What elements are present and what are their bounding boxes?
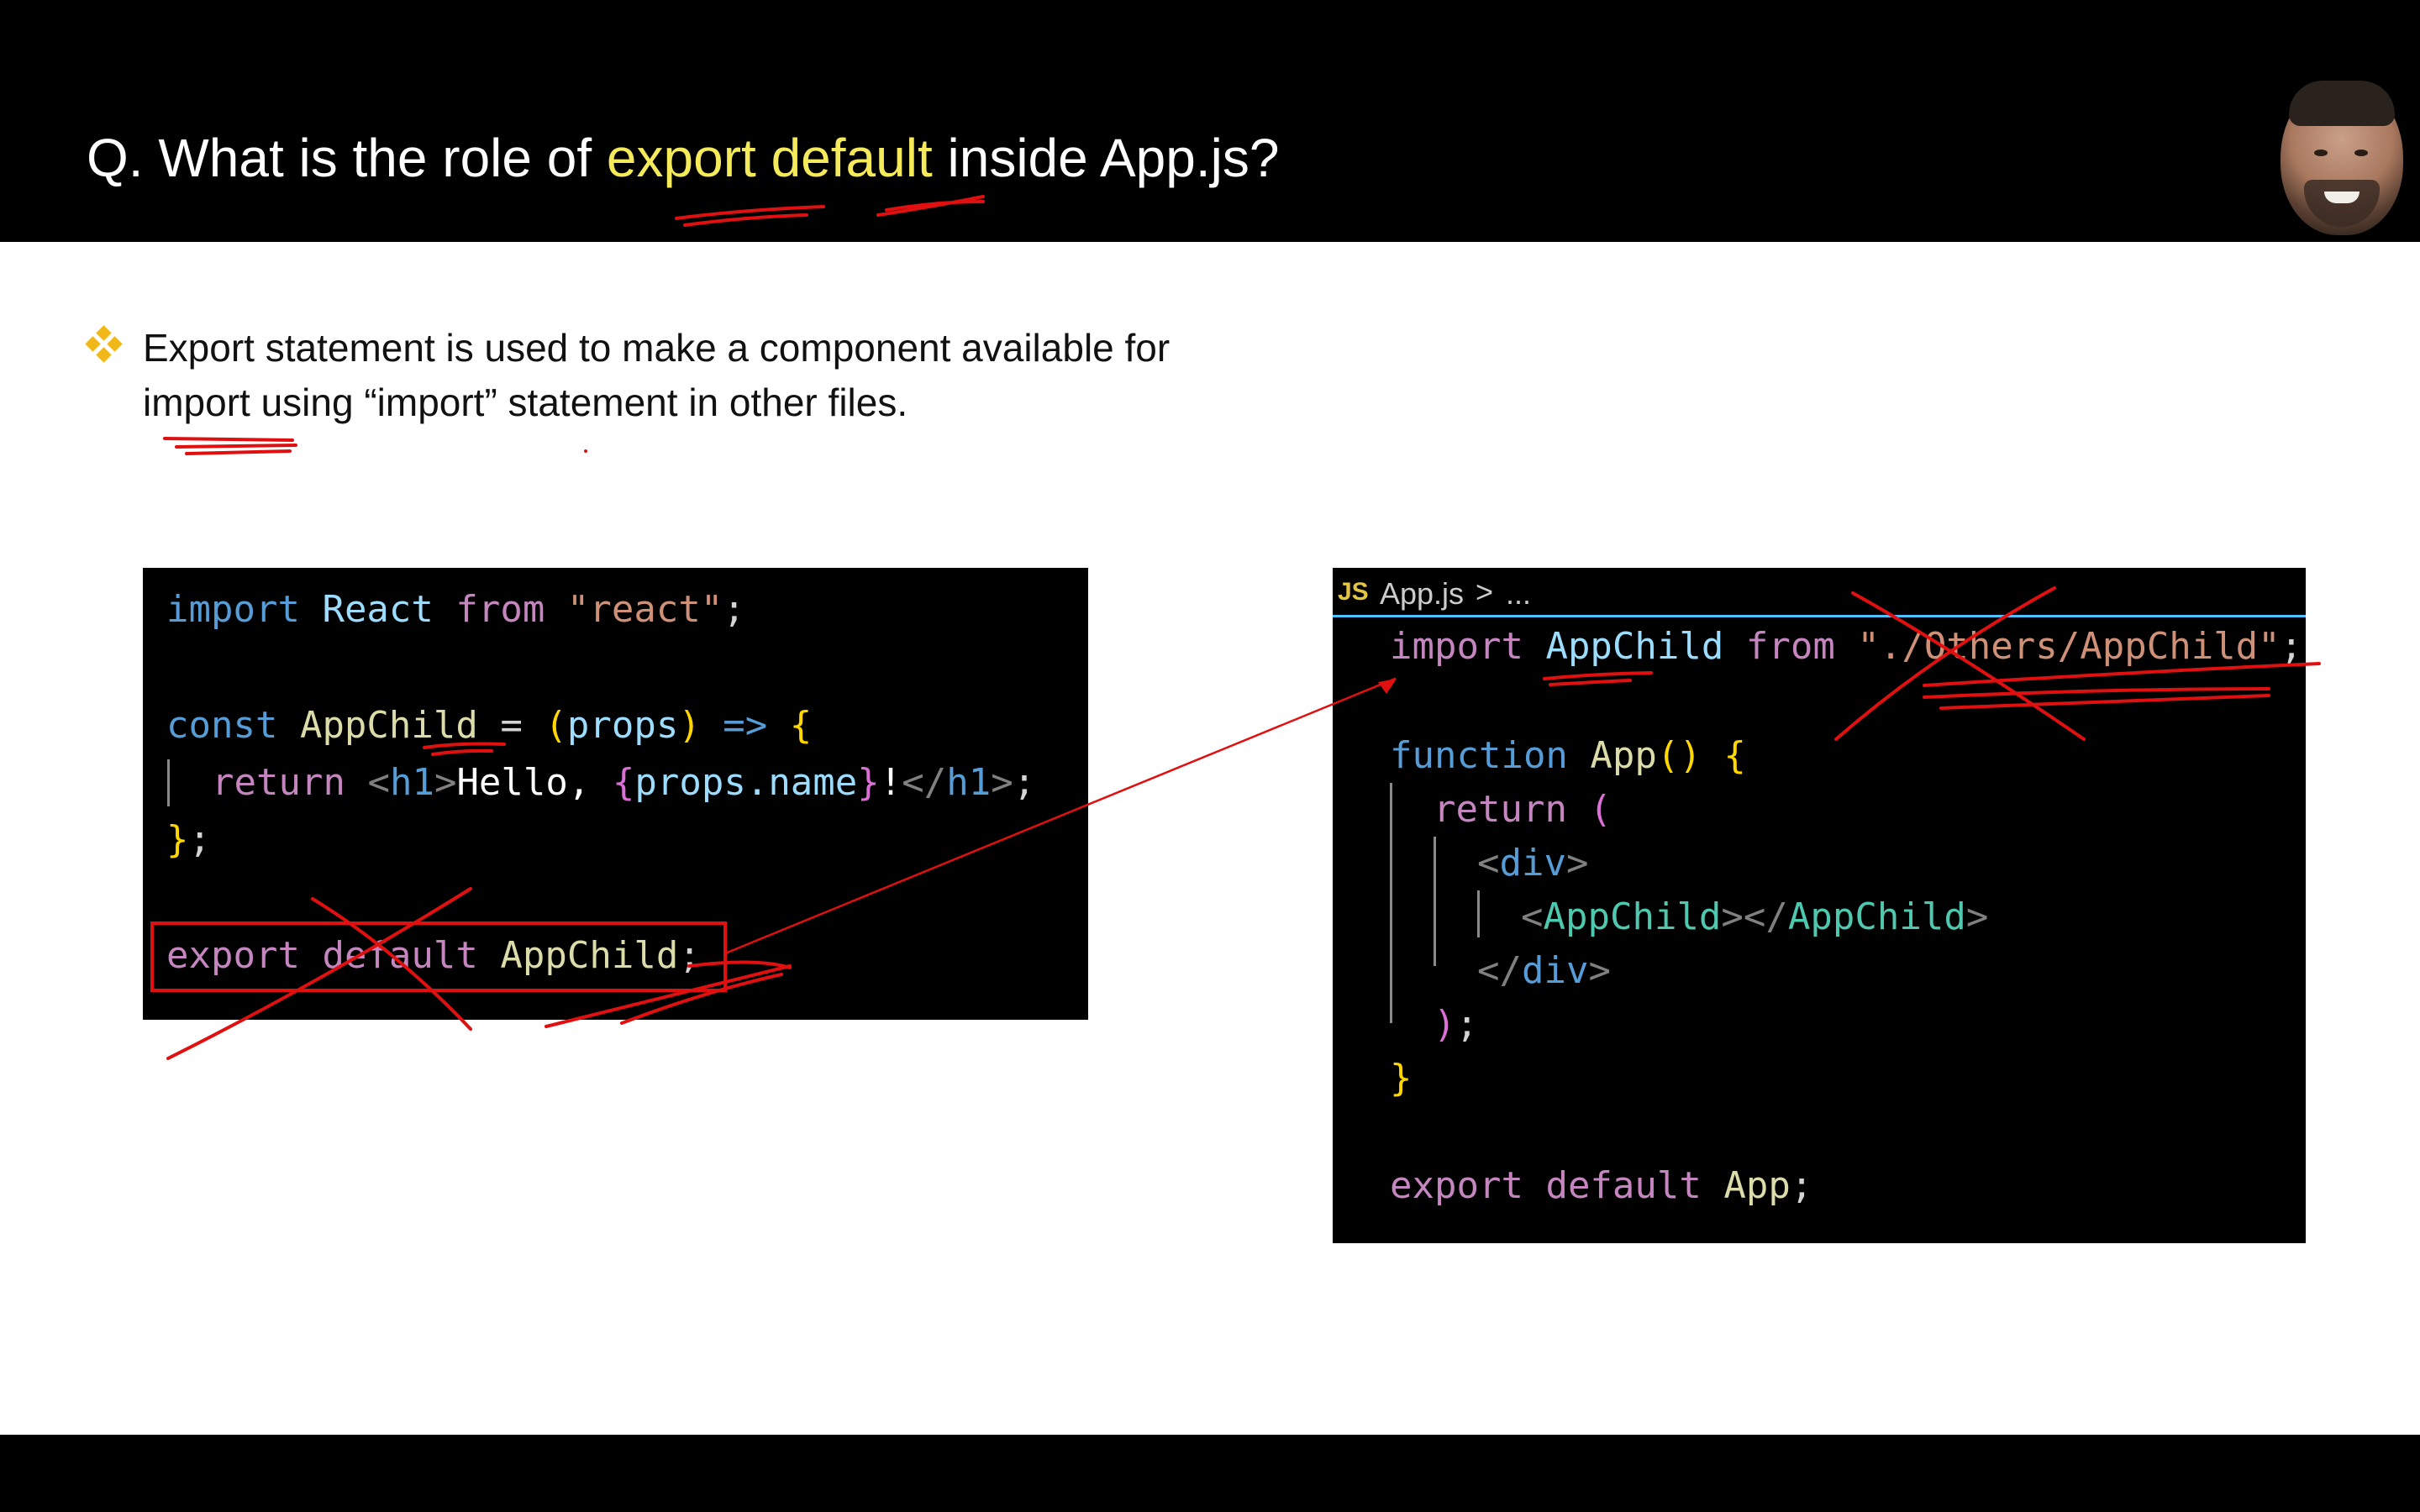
tab-file-name[interactable]: App.js (1380, 576, 1464, 612)
code-line: ); (1434, 1003, 1478, 1046)
code-line: </div> (1477, 949, 1611, 992)
diamond-bullet-icon (85, 325, 123, 363)
slide-title: Q. What is the role of export default in… (87, 126, 1279, 191)
code-line: <div> (1477, 842, 1589, 885)
title-suffix: inside App.js? (932, 128, 1280, 188)
presenter-avatar (2281, 81, 2403, 235)
code-line-export: export default AppChild; (166, 934, 701, 977)
code-line: const AppChild = (props) => { (166, 704, 813, 747)
code-line: import React from "react"; (166, 588, 745, 631)
js-file-icon: JS (1338, 578, 1369, 606)
code-line: return <h1>Hello, {props.name}!</h1>; (212, 761, 1036, 804)
code-block-app: JS App.js > ... import AppChild from "./… (1333, 568, 2306, 1243)
code-line: function App() { (1390, 734, 1746, 777)
code-line: <AppChild></AppChild> (1521, 895, 1989, 938)
title-prefix: Q. What is the role of (87, 128, 607, 188)
code-block-appchild: import React from "react"; const AppChil… (143, 568, 1088, 1020)
bullet-text: Export statement is used to make a compo… (143, 326, 1171, 424)
code-line-export: export default App; (1390, 1164, 1813, 1207)
title-bar: Q. What is the role of export default in… (0, 0, 2420, 242)
bottom-bar (0, 1435, 2420, 1512)
editor-tab-bar: JS App.js > ... (1333, 568, 2306, 617)
code-line: import AppChild from "./Others/AppChild"… (1390, 625, 2303, 668)
ink-dot (584, 449, 587, 453)
code-line: return ( (1434, 788, 1612, 831)
code-line: }; (166, 818, 211, 861)
breadcrumb-more[interactable]: ... (1506, 576, 1531, 612)
breadcrumb-chevron-icon: > (1476, 575, 1494, 609)
title-highlight: export default (606, 128, 933, 188)
bullet-underline (163, 437, 297, 455)
code-line: } (1390, 1057, 1413, 1100)
